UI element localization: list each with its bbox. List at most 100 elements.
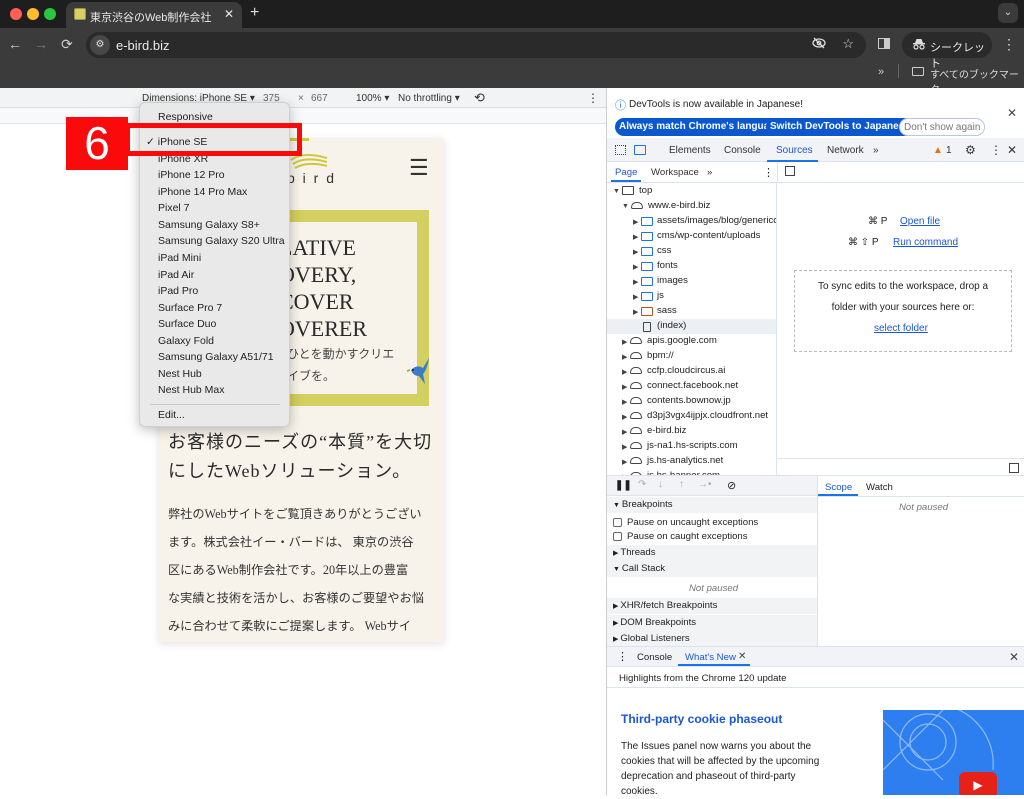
device-option[interactable]: Surface Pro 7 [158,302,222,314]
back-button[interactable]: ← [8,36,22,52]
maximize-window-button[interactable] [44,8,56,20]
video-thumbnail[interactable]: ▶ [883,710,1024,795]
run-command-link[interactable]: Run command [893,237,958,248]
tree-domain[interactable]: js-na1.hs-scripts.com [647,440,738,451]
xhr-breakpoints-section[interactable]: ▶ XHR/fetch Breakpoints [607,598,817,614]
close-drawer-icon[interactable]: ✕ [1009,650,1019,664]
tree-folder[interactable]: cms/wp-content/uploads [657,230,760,241]
url-text[interactable]: e-bird.biz [116,38,169,53]
step-over-icon[interactable]: ↷ [638,479,646,490]
pause-uncaught-label[interactable]: Pause on uncaught exceptions [627,517,758,528]
tree-folder[interactable]: images [657,275,688,286]
site-logo[interactable]: b i r d [287,170,336,186]
close-devtools-icon[interactable]: ✕ [1007,143,1017,157]
tree-folder[interactable]: fonts [657,260,678,271]
navigator-tab-page[interactable]: Page [615,167,637,178]
side-panel-icon[interactable] [878,38,890,49]
drawer-tab-whats-new[interactable]: What's New [685,652,736,663]
breakpoints-section[interactable]: ▼ Breakpoints [607,497,817,513]
pause-caught-checkbox[interactable] [613,532,622,541]
device-option[interactable]: iPad Pro [158,285,198,297]
deactivate-breakpoints-icon[interactable]: ⊘ [727,479,736,492]
step-into-icon[interactable]: ↓ [658,479,663,490]
pause-icon[interactable]: ❚❚ [615,480,632,491]
device-option[interactable]: Samsung Galaxy S20 Ultra [158,235,285,247]
address-bar[interactable]: ⚙ e-bird.biz ☆ [86,32,866,58]
minimize-window-button[interactable] [27,8,39,20]
tab-close-icon[interactable]: ✕ [224,7,234,21]
warning-count[interactable]: 1 [946,145,952,156]
toggle-sidebar-icon[interactable] [785,166,795,176]
workspace-drop-zone[interactable]: To sync edits to the workspace, drop a f… [794,270,1012,352]
device-option[interactable]: Galaxy Fold [158,335,214,347]
tab-network[interactable]: Network [827,145,864,156]
browser-menu-icon[interactable]: ⋮ [1002,36,1016,53]
tree-folder[interactable]: sass [657,305,677,316]
tree-domain[interactable]: ccfp.cloudcircus.ai [647,365,725,376]
height-input[interactable]: 667 [311,93,328,104]
toggle-debugger-icon[interactable] [1009,463,1019,473]
bookmarks-overflow-icon[interactable]: » [878,66,884,78]
tree-folder[interactable]: js [657,290,664,301]
device-option[interactable]: iPad Air [158,269,194,281]
device-more-icon[interactable]: ⋮ [587,91,599,105]
tab-scope[interactable]: Scope [825,482,852,493]
device-option[interactable]: Nest Hub [158,368,202,380]
drawer-tab-console[interactable]: Console [637,652,672,663]
call-stack-section[interactable]: ▼ Call Stack [607,561,817,577]
banner-close-icon[interactable]: ✕ [1007,106,1017,120]
tree-item-top[interactable]: top [639,185,652,196]
bookmark-star-icon[interactable]: ☆ [842,36,854,52]
hamburger-menu-icon[interactable]: ☰ [409,157,429,179]
device-option-responsive[interactable]: Responsive [158,111,213,123]
inspect-element-icon[interactable] [615,145,626,155]
new-tab-button[interactable]: + [250,4,259,22]
global-listeners-section[interactable]: ▶ Global Listeners [607,631,817,647]
device-option[interactable]: Samsung Galaxy S8+ [158,219,260,231]
device-option[interactable]: iPad Mini [158,252,201,264]
eye-slash-icon[interactable] [812,37,826,52]
incognito-badge[interactable]: シークレット [902,32,992,70]
device-toolbar-toggle-icon[interactable] [634,145,646,155]
tab-search-button[interactable]: ⌄ [998,3,1018,23]
tree-domain[interactable]: e-bird.biz [647,425,686,436]
switch-to-japanese-button[interactable]: Switch DevTools to Japanese [766,118,914,136]
throttling-dropdown[interactable]: No throttling ▾ [398,93,460,104]
tree-folder[interactable]: css [657,245,671,256]
device-option[interactable]: Surface Duo [158,318,216,330]
select-folder-link[interactable]: select folder [874,323,928,334]
navigator-tab-workspace[interactable]: Workspace [651,167,699,178]
navigator-more-icon[interactable]: » [707,167,712,178]
close-whats-new-icon[interactable]: ✕ [738,651,746,662]
step-out-icon[interactable]: ↑ [679,479,684,490]
device-option[interactable]: Samsung Galaxy A51/71 [158,351,274,363]
device-option[interactable]: iPhone 14 Pro Max [158,186,247,198]
rotate-icon[interactable]: ⟲ [474,90,485,106]
browser-tab[interactable]: 東京渋谷のWeb制作会社｜BtoB ✕ [66,2,242,28]
reload-button[interactable]: ⟳ [61,36,73,53]
device-option[interactable]: Nest Hub Max [158,384,225,396]
close-window-button[interactable] [10,8,22,20]
tree-domain[interactable]: bpm:// [647,350,674,361]
zoom-dropdown[interactable]: 100% ▾ [356,93,389,104]
tab-console[interactable]: Console [724,145,761,156]
settings-gear-icon[interactable]: ⚙ [965,143,976,157]
tree-item-origin[interactable]: www.e-bird.biz [648,200,710,211]
pause-caught-label[interactable]: Pause on caught exceptions [627,531,748,542]
drawer-menu-icon[interactable]: ⋮ [617,650,628,663]
device-option[interactable]: Pixel 7 [158,202,190,214]
dom-breakpoints-section[interactable]: ▶ DOM Breakpoints [607,615,817,631]
step-icon[interactable]: →• [698,479,712,490]
threads-section[interactable]: ▶ Threads [607,545,817,561]
warning-icon[interactable]: ▲ [933,145,943,156]
tree-domain[interactable]: js.hs-analytics.net [647,455,723,466]
tree-domain[interactable]: d3pj3vgx4ijpjx.cloudfront.net [647,410,768,421]
youtube-play-icon[interactable]: ▶ [959,772,997,795]
navigator-menu-icon[interactable]: ⋮ [763,166,774,179]
tree-folder[interactable]: assets/images/blog/genericon [657,215,776,226]
devtools-menu-icon[interactable]: ⋮ [990,143,1002,157]
tab-watch[interactable]: Watch [866,482,893,493]
more-tabs-icon[interactable]: » [873,145,879,156]
forward-button[interactable]: → [34,36,48,52]
tree-domain[interactable]: contents.bownow.jp [647,395,731,406]
